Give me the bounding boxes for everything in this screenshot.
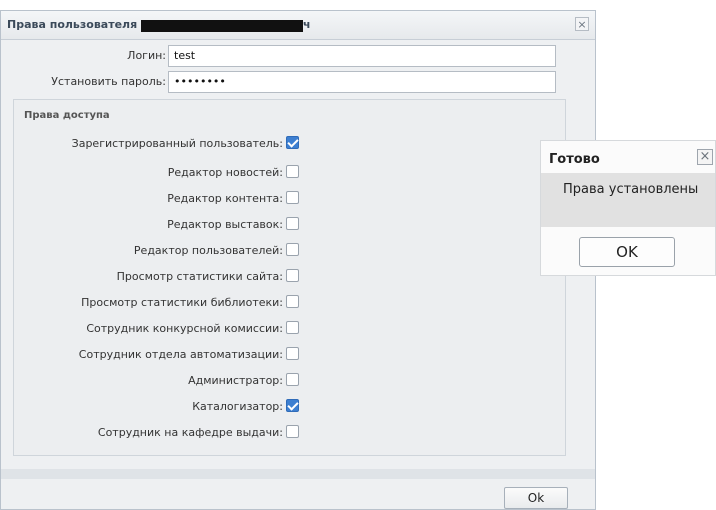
permission-label: Редактор новостей: — [167, 166, 283, 179]
password-row: Установить пароль: •••••••• — [1, 71, 597, 93]
permissions-header: Права доступа — [24, 110, 110, 121]
login-row: Логин: test — [1, 45, 597, 67]
user-rights-dialog: Права пользователя ч × Логин: test Устан… — [0, 10, 596, 510]
permission-checkbox[interactable] — [286, 165, 299, 178]
permission-label: Редактор пользователей: — [133, 244, 283, 257]
permission-row: Сотрудник конкурсной комиссии: — [14, 319, 567, 341]
permission-row: Просмотр статистики сайта: — [14, 267, 567, 289]
permission-label: Просмотр статистики библиотеки: — [81, 296, 283, 309]
notification-popup: Готово × Права установлены OK — [540, 140, 716, 276]
permission-row: Зарегистрированный пользователь: — [14, 134, 567, 156]
permission-checkbox[interactable] — [286, 136, 299, 149]
permission-label: Администратор: — [188, 374, 283, 387]
permission-row: Просмотр статистики библиотеки: — [14, 293, 567, 315]
permission-label: Сотрудник на кафедре выдачи: — [97, 426, 283, 439]
permission-checkbox[interactable] — [286, 295, 299, 308]
permissions-panel: Права доступа Зарегистрированный пользов… — [13, 99, 566, 456]
permission-label: Сотрудник конкурсной комиссии: — [86, 322, 283, 335]
permission-checkbox[interactable] — [286, 321, 299, 334]
permission-checkbox[interactable] — [286, 399, 299, 412]
permission-label: Просмотр статистики сайта: — [116, 270, 283, 283]
close-icon[interactable]: × — [697, 149, 713, 165]
dialog-title: Права пользователя — [7, 18, 138, 31]
permission-checkbox[interactable] — [286, 425, 299, 438]
permission-row: Администратор: — [14, 371, 567, 393]
permission-row: Редактор контента: — [14, 189, 567, 211]
permission-checkbox[interactable] — [286, 373, 299, 386]
permission-checkbox[interactable] — [286, 217, 299, 230]
permission-checkbox[interactable] — [286, 269, 299, 282]
permission-checkbox[interactable] — [286, 347, 299, 360]
permission-label: Сотрудник отдела автоматизации: — [78, 348, 283, 361]
redacted-username — [141, 20, 303, 32]
dialog-title-suffix: ч — [303, 18, 311, 31]
permission-label: Зарегистрированный пользователь: — [71, 137, 283, 150]
permission-row: Редактор выставок: — [14, 215, 567, 237]
permission-label: Редактор контента: — [167, 192, 283, 205]
popup-ok-button[interactable]: OK — [579, 237, 675, 267]
permission-row: Редактор новостей: — [14, 163, 567, 185]
dialog-titlebar: Права пользователя ч × — [1, 11, 595, 40]
footer-divider — [1, 469, 595, 479]
permission-checkbox[interactable] — [286, 243, 299, 256]
popup-title: Готово — [549, 152, 600, 167]
permission-row: Каталогизатор: — [14, 397, 567, 419]
password-field[interactable]: •••••••• — [168, 71, 556, 93]
permission-row: Редактор пользователей: — [14, 241, 567, 263]
ok-button[interactable]: Ok — [504, 487, 568, 509]
permission-label: Каталогизатор: — [192, 400, 283, 413]
permission-label: Редактор выставок: — [167, 218, 283, 231]
permission-row: Сотрудник отдела автоматизации: — [14, 345, 567, 367]
popup-message: Права установлены — [541, 173, 715, 227]
password-label: Установить пароль: — [51, 75, 166, 88]
close-icon[interactable]: × — [575, 17, 589, 31]
permission-row: Сотрудник на кафедре выдачи: — [14, 423, 567, 445]
login-label: Логин: — [127, 49, 166, 62]
permission-checkbox[interactable] — [286, 191, 299, 204]
login-field[interactable]: test — [168, 45, 556, 67]
